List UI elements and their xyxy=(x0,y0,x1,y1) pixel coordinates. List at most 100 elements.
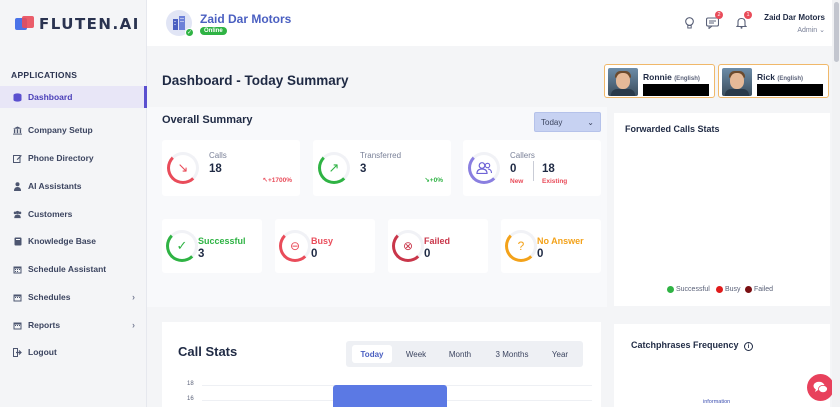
bell-icon[interactable]: 1 xyxy=(735,11,752,29)
busy-label: Busy xyxy=(311,236,334,246)
forwarded-calls-title: Forwarded Calls Stats xyxy=(625,124,720,134)
sidebar-item-reports[interactable]: Reports › xyxy=(0,314,147,336)
chat-icon xyxy=(813,381,828,393)
agent-avatar xyxy=(722,68,752,96)
failed-card[interactable]: ⊗ Failed 0 xyxy=(388,219,488,273)
legend-label: Failed xyxy=(754,286,774,293)
sidebar-item-schedule-assistant[interactable]: Schedule Assistant xyxy=(0,258,147,280)
transferred-delta: ↘+0% xyxy=(424,177,443,184)
calendar-icon xyxy=(13,321,22,330)
divider xyxy=(533,161,534,181)
failed-value: 0 xyxy=(424,248,431,260)
calendar-icon xyxy=(13,293,22,302)
logo-icon xyxy=(15,16,35,32)
sidebar-item-label: Reports xyxy=(28,320,61,330)
overall-summary-panel xyxy=(147,107,607,307)
tab-3-months[interactable]: 3 Months xyxy=(486,345,538,363)
x-circle-icon: ⊗ xyxy=(392,230,424,262)
agent-name: Rick (English) xyxy=(757,72,804,82)
agent-avatar xyxy=(608,68,638,96)
agent-redacted-bar xyxy=(643,84,709,96)
chat-button[interactable] xyxy=(807,374,834,401)
calls-label: Calls xyxy=(209,151,227,160)
logout-icon xyxy=(13,347,22,357)
user-name[interactable]: Zaid Dar Motors xyxy=(764,13,825,22)
callers-new-label: New xyxy=(510,178,524,185)
legend-successful[interactable]: Successful xyxy=(667,286,710,293)
calls-delta: ↖+1700% xyxy=(262,177,292,184)
tab-month[interactable]: Month xyxy=(440,345,480,363)
sidebar-item-label: Schedule Assistant xyxy=(28,264,107,274)
no-answer-card[interactable]: ? No Answer 0 xyxy=(501,219,601,273)
sidebar-item-label: Schedules xyxy=(28,292,71,302)
period-select[interactable]: Today ⌄ xyxy=(534,112,601,132)
tab-week[interactable]: Week xyxy=(396,345,436,363)
brand-logo[interactable]: FLUTEN.AI xyxy=(15,15,140,33)
agent-name: Ronnie (English) xyxy=(643,72,700,82)
building-icon xyxy=(13,125,22,135)
legend-dot xyxy=(745,286,752,293)
forwarded-calls-panel xyxy=(614,113,830,306)
callers-card[interactable]: Callers 0 New 18 Existing xyxy=(463,140,601,196)
legend-failed[interactable]: Failed xyxy=(745,286,773,293)
calls-card[interactable]: ↘ Calls 18 ↖+1700% xyxy=(162,140,300,196)
busy-card[interactable]: ⊖ Busy 0 xyxy=(275,219,375,273)
messages-icon[interactable]: 2 xyxy=(706,11,723,29)
sidebar-item-ai-assistants[interactable]: AI Assistants xyxy=(0,175,147,197)
sidebar-item-company-setup[interactable]: Company Setup xyxy=(0,119,147,141)
calls-value: 18 xyxy=(209,163,222,175)
agent-card-ronnie[interactable]: Ronnie (English) xyxy=(604,64,715,98)
chevron-right-icon: › xyxy=(132,292,135,302)
messages-count-badge: 2 xyxy=(715,11,723,19)
catchphrases-title: Catchphrases Frequency i xyxy=(631,340,754,351)
agent-card-rick[interactable]: Rick (English) xyxy=(718,64,829,98)
chevron-down-icon: ⌄ xyxy=(587,117,594,127)
y-tick-label: 18 xyxy=(187,381,194,387)
legend-dot xyxy=(716,286,723,293)
y-tick-label: 16 xyxy=(187,396,194,402)
chart-bar[interactable] xyxy=(333,385,447,407)
company-avatar[interactable]: ✓ xyxy=(166,10,194,37)
legend-label: Busy xyxy=(725,286,741,293)
sidebar-item-schedules[interactable]: Schedules › xyxy=(0,286,147,308)
busy-value: 0 xyxy=(311,248,318,260)
transferred-value: 3 xyxy=(360,163,367,175)
sidebar-item-label: Company Setup xyxy=(28,125,93,135)
question-icon: ? xyxy=(505,230,537,262)
successful-card[interactable]: ✓ Successful 3 xyxy=(162,219,262,273)
failed-label: Failed xyxy=(424,236,451,246)
scrollbar-thumb[interactable] xyxy=(834,2,839,62)
period-select-value: Today xyxy=(541,117,563,127)
sidebar-section-label: APPLICATIONS xyxy=(11,70,78,80)
legend-busy[interactable]: Busy xyxy=(716,286,741,293)
status-badge: Online xyxy=(200,27,227,35)
transferred-card[interactable]: ↗ Transferred 3 ↘+0% xyxy=(313,140,451,196)
info-icon[interactable]: i xyxy=(744,342,754,351)
sidebar: FLUTEN.AI APPLICATIONS Dashboard Company… xyxy=(0,0,147,407)
user-icon xyxy=(13,181,22,191)
legend-dot xyxy=(667,286,674,293)
tab-today[interactable]: Today xyxy=(352,345,392,363)
sidebar-item-label: Logout xyxy=(28,347,57,357)
lightbulb-icon[interactable] xyxy=(683,16,696,29)
tab-year[interactable]: Year xyxy=(542,345,578,363)
agent-redacted-bar xyxy=(757,84,823,96)
sidebar-item-label: Phone Directory xyxy=(28,153,94,163)
verified-icon: ✓ xyxy=(185,28,194,37)
callers-existing-value: 18 xyxy=(542,163,555,175)
sidebar-item-knowledge-base[interactable]: Knowledge Base xyxy=(0,230,147,252)
sidebar-item-label: Customers xyxy=(28,209,73,219)
sidebar-item-label: Knowledge Base xyxy=(28,236,97,246)
incoming-arrow-icon: ↘ xyxy=(167,152,199,184)
sidebar-item-label: Dashboard xyxy=(28,92,73,102)
overall-summary-title: Overall Summary xyxy=(162,114,253,126)
user-role-dropdown[interactable]: Admin ⌄ xyxy=(797,26,825,34)
sidebar-item-customers[interactable]: Customers xyxy=(0,203,147,225)
sidebar-item-logout[interactable]: Logout xyxy=(0,341,147,363)
sidebar-item-dashboard[interactable]: Dashboard xyxy=(0,86,147,108)
edit-icon xyxy=(13,154,22,163)
dashboard-icon xyxy=(13,92,22,102)
legend-label: Successful xyxy=(676,286,710,293)
sidebar-item-phone-directory[interactable]: Phone Directory xyxy=(0,147,147,169)
chevron-right-icon: › xyxy=(132,320,135,330)
